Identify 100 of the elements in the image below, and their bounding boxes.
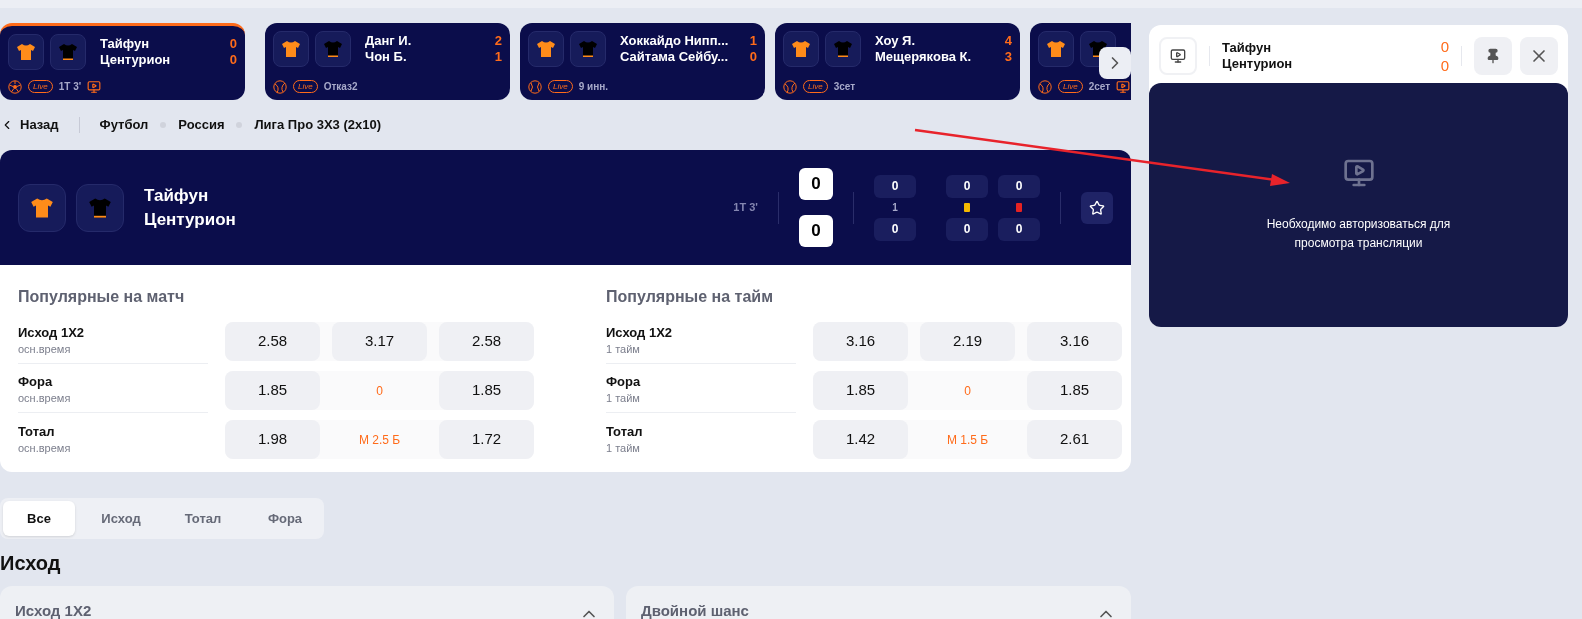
team-name: Хоккайдо Нипп... — [620, 33, 730, 49]
score: 0 — [229, 36, 237, 52]
odds-button[interactable]: 3.16 — [813, 322, 908, 361]
odds-button[interactable]: 1.85 — [813, 371, 908, 410]
score: 3 — [1004, 49, 1012, 65]
auth-message: Необходимо авторизоваться для просмотра трансляции — [1265, 216, 1452, 252]
tennis-ball-icon — [1038, 79, 1052, 94]
market-name: Фора — [18, 374, 54, 390]
match-status: 2сет — [1088, 80, 1111, 94]
odds-button[interactable]: 3.16 — [1027, 322, 1122, 361]
handicap-line: 0 — [375, 382, 384, 400]
match-card[interactable]: Хоккайдо Нипп... Сайтама Сейбу... 1 0 Live 9 инн. — [520, 23, 765, 100]
match-time: 1T 3' — [733, 200, 758, 216]
market-card[interactable]: Исход 1X2 — [0, 586, 614, 619]
stat-label: 1 — [892, 201, 898, 215]
shirt-icon — [50, 34, 86, 70]
team-name: Сайтама Сейбу... — [620, 49, 730, 65]
score: 1 — [494, 49, 502, 65]
section-heading: Исход — [0, 551, 62, 576]
breadcrumb-link[interactable]: Футбол — [99, 115, 149, 135]
team-name: Тайфун — [100, 36, 151, 52]
market-name: Тотал — [18, 423, 56, 440]
odds-button[interactable]: 1.85 — [1027, 371, 1122, 410]
team-name: Хоу Я. — [875, 33, 917, 49]
match-status: 9 инн. — [578, 80, 609, 94]
market-card[interactable]: Двойной шанс — [626, 586, 1131, 619]
breadcrumb-link[interactable]: Россия — [178, 115, 225, 135]
market-name: Тотал — [606, 423, 644, 440]
next-button[interactable] — [1099, 47, 1131, 79]
market-period: осн.время — [18, 440, 72, 456]
market-name: Исход 1X2 — [18, 325, 86, 341]
market-title: Двойной шанс — [641, 601, 749, 619]
market-period: 1 тайм — [606, 440, 641, 456]
score: 0 — [229, 52, 237, 68]
odds-button[interactable]: 1.42 — [813, 420, 908, 459]
market-period: 1 тайм — [606, 342, 641, 357]
back-link[interactable]: Назад — [0, 115, 59, 135]
breadcrumb-link[interactable]: Лига Про 3Х3 (2х10) — [254, 115, 381, 135]
score: 0 — [799, 168, 833, 200]
score: 2 — [494, 33, 502, 49]
team-name: Центурион — [1222, 56, 1294, 72]
shirt-icon — [8, 34, 44, 70]
shirt-icon — [315, 31, 351, 67]
tennis-ball-icon — [273, 79, 287, 94]
match-status: 3сет — [833, 80, 856, 94]
match-status: Отказ2 — [323, 80, 358, 94]
shirt-icon — [783, 31, 819, 67]
odds-button[interactable]: 3.17 — [332, 322, 427, 361]
stat-value: 0 — [874, 174, 916, 198]
score: 1 — [749, 33, 757, 49]
match-card[interactable]: Данг И. Чон Б. 2 1 Live Отказ2 — [265, 23, 510, 100]
shirt-icon — [1038, 31, 1074, 67]
odds-button[interactable]: 1.98 — [225, 420, 320, 459]
stat-value: 0 — [998, 217, 1040, 241]
score: 0 — [1440, 37, 1449, 56]
handicap-line: М 1.5 Б — [945, 431, 990, 449]
odds-button[interactable]: 2.58 — [439, 322, 534, 361]
market-period: 1 тайм — [606, 391, 641, 406]
tv-icon — [1342, 157, 1375, 189]
section-title: Популярные на тайм — [606, 287, 774, 307]
odds-button[interactable]: 1.72 — [439, 420, 534, 459]
match-status: 1T 3' — [58, 80, 82, 94]
favorite-button[interactable] — [1081, 191, 1113, 224]
shirt-icon — [76, 183, 124, 232]
market-name: Исход 1X2 — [606, 325, 674, 341]
market-title: Исход 1X2 — [15, 601, 92, 619]
score: 0 — [1440, 56, 1449, 75]
star-icon — [1089, 199, 1105, 216]
tab[interactable]: Тотал — [167, 501, 239, 536]
stat-value: 0 — [946, 174, 988, 198]
match-card[interactable]: Тайфун Центурион 0 0 Live 1T 3' — [0, 23, 245, 100]
handicap-line: 0 — [963, 382, 972, 400]
odds-button[interactable]: 1.85 — [439, 371, 534, 410]
football-ball-icon — [8, 79, 22, 94]
baseball-ball-icon — [528, 79, 542, 94]
odds-button[interactable]: 1.85 — [225, 371, 320, 410]
odds-button[interactable]: 2.58 — [225, 322, 320, 361]
shirt-icon — [528, 31, 564, 67]
team-name: Мещерякова К. — [875, 49, 973, 65]
market-period: осн.время — [18, 342, 72, 357]
shirt-icon — [18, 183, 66, 232]
market-name: Фора — [606, 374, 642, 390]
market-period: осн.время — [18, 391, 72, 406]
odds-button[interactable]: 2.61 — [1027, 420, 1122, 459]
match-card[interactable]: Хоу Я. Мещерякова К. 4 3 Live 3сет — [775, 23, 1020, 100]
team-name: Тайфун — [144, 184, 210, 207]
pin-button[interactable] — [1474, 37, 1512, 75]
shirt-icon — [825, 31, 861, 67]
score: 0 — [749, 49, 757, 65]
tab[interactable]: Все — [3, 501, 75, 536]
score: 4 — [1004, 33, 1012, 49]
handicap-line: М 2.5 Б — [357, 431, 402, 449]
team-name: Центурион — [100, 52, 172, 68]
odds-button[interactable]: 2.19 — [920, 322, 1015, 361]
tab[interactable]: Исход — [85, 501, 157, 536]
shirt-icon — [570, 31, 606, 67]
team-name: Данг И. — [365, 33, 413, 49]
tab[interactable]: Фора — [249, 501, 321, 536]
close-button[interactable] — [1520, 37, 1558, 75]
section-title: Популярные на матч — [18, 287, 186, 307]
